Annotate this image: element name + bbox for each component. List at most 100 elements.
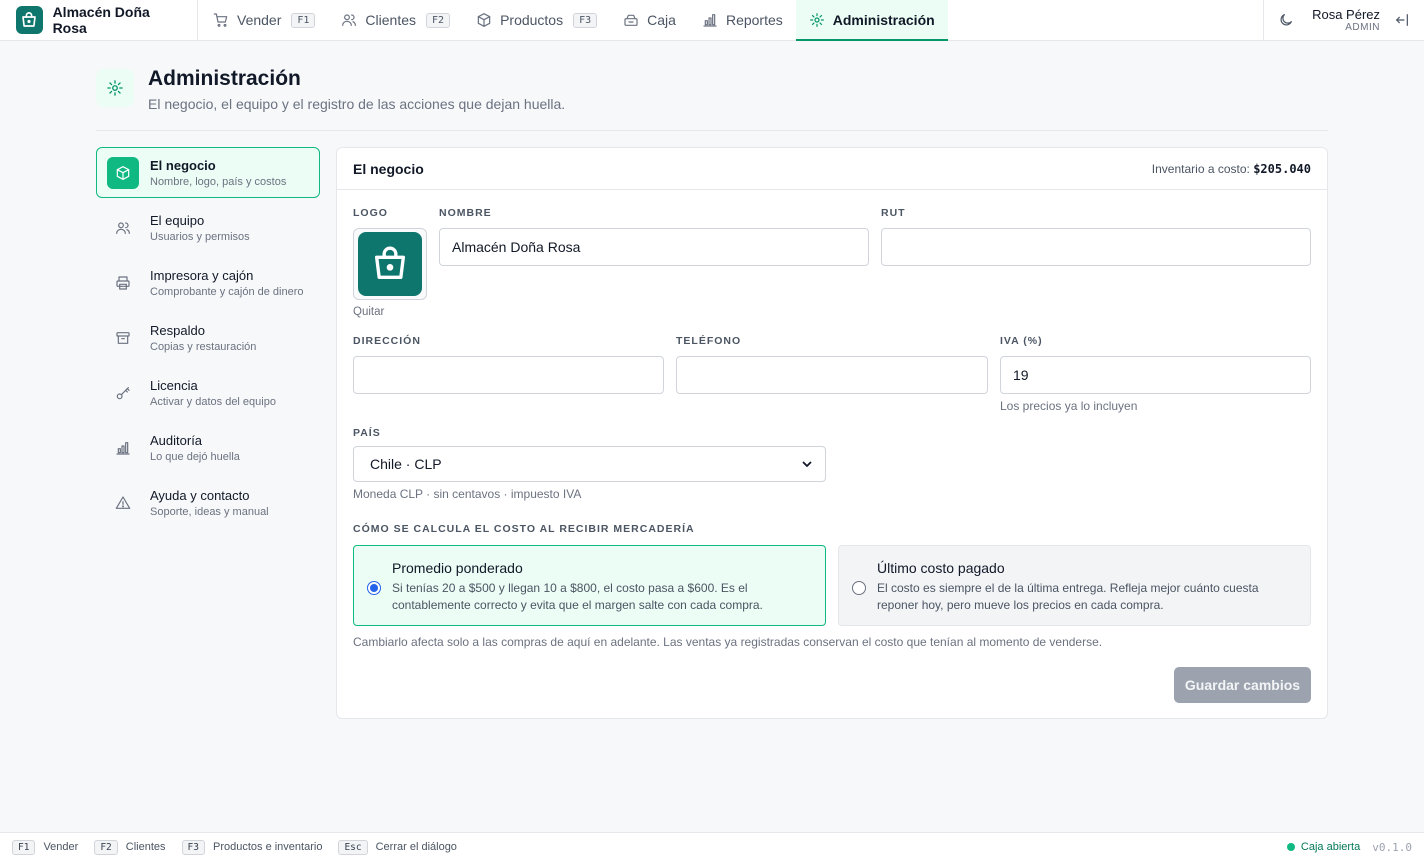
- page-title: Administración: [148, 67, 301, 90]
- nav-label: Productos: [500, 12, 564, 28]
- address-input[interactable]: [353, 356, 664, 394]
- radio-button[interactable]: [852, 581, 866, 595]
- nav-vender[interactable]: Vender F1: [200, 0, 328, 40]
- option-title: Último costo pagado: [877, 560, 1005, 576]
- main-nav: Vender F1 Clientes F2 Productos F3 Caja …: [198, 0, 948, 41]
- shortcut-key: F1: [12, 839, 36, 855]
- cost-note: Cambiarlo afecta solo a las compras de a…: [353, 635, 1103, 649]
- logo-label: LOGO: [353, 207, 388, 219]
- chevron-down-icon: [801, 458, 813, 470]
- bar-chart-icon: [702, 12, 718, 28]
- archive-icon: [107, 322, 139, 354]
- side-item-desc: Usuarios y permisos: [150, 230, 250, 243]
- cost-option-weighted[interactable]: Promedio ponderado Si tenías 20 a $500 y…: [353, 545, 826, 626]
- phone-label: TELÉFONO: [676, 335, 742, 347]
- shortcut-hint: Esc Cerrar el diálogo: [338, 839, 457, 855]
- shortcut-key: F2: [94, 839, 118, 855]
- side-item-desc: Copias y restauración: [150, 340, 257, 353]
- nav-reportes[interactable]: Reportes: [689, 0, 796, 40]
- status-area: Caja abierta v0.1.0: [1286, 840, 1412, 854]
- box-icon: [476, 12, 492, 28]
- side-item-desc: Comprobante y cajón de dinero: [150, 285, 304, 298]
- side-item-desc: Nombre, logo, país y costos: [150, 175, 287, 188]
- key-icon: [107, 377, 139, 409]
- save-button[interactable]: Guardar cambios: [1174, 667, 1311, 703]
- country-label: PAÍS: [353, 427, 381, 439]
- page-subtitle: El negocio, el equipo y el registro de l…: [148, 96, 566, 112]
- shopping-bag-icon: [358, 232, 422, 296]
- shortcut-hint: F2 Clientes: [94, 839, 166, 855]
- iva-input[interactable]: 19: [1000, 356, 1311, 394]
- side-item-title: Respaldo: [150, 322, 205, 338]
- country-select[interactable]: Chile · CLP: [353, 446, 826, 482]
- nav-label: Caja: [647, 12, 676, 28]
- inventory-value: $205.040: [1253, 161, 1311, 176]
- nav-productos[interactable]: Productos F3: [463, 0, 610, 40]
- shortcut-label: Productos e inventario: [212, 841, 323, 853]
- nav-clientes[interactable]: Clientes F2: [328, 0, 463, 40]
- card-header: El negocio Inventario a costo: $205.040: [337, 148, 1327, 190]
- shortcut-key: F3: [573, 12, 598, 28]
- iva-label: IVA (%): [1000, 335, 1043, 347]
- nav-label: Clientes: [365, 12, 417, 28]
- name-label: NOMBRE: [439, 207, 492, 219]
- business-name-input[interactable]: Almacén Doña Rosa: [439, 228, 869, 266]
- bottom-bar: F1 Vender F2 Clientes F3 Productos e inv…: [0, 832, 1424, 861]
- side-item-respaldo[interactable]: Respaldo Copias y restauración: [96, 312, 320, 363]
- shortcut-key: F1: [291, 12, 316, 28]
- nav-caja[interactable]: Caja: [610, 0, 689, 40]
- side-item-ayuda[interactable]: Ayuda y contacto Soporte, ideas y manual: [96, 477, 320, 528]
- rut-label: RUT: [881, 207, 906, 219]
- box-icon: [107, 156, 139, 189]
- card-title: El negocio: [353, 160, 424, 177]
- side-item-licencia[interactable]: Licencia Activar y datos del equipo: [96, 367, 320, 418]
- shortcut-key: Esc: [338, 839, 368, 855]
- phone-input[interactable]: [676, 356, 988, 394]
- shopping-bag-icon: [16, 6, 43, 34]
- logout-icon[interactable]: [1394, 12, 1410, 28]
- side-item-title: Ayuda y contacto: [150, 487, 250, 503]
- logo-upload[interactable]: [353, 228, 427, 300]
- side-item-title: Auditoría: [150, 432, 203, 448]
- shortcut-key: F2: [426, 12, 451, 28]
- side-item-impresora[interactable]: Impresora y cajón Comprobante y cajón de…: [96, 257, 320, 308]
- shortcut-hint: F1 Vender: [12, 839, 79, 855]
- divider: [96, 130, 1328, 131]
- user-info: Rosa Pérez ADMIN: [1312, 7, 1380, 33]
- cost-option-last[interactable]: Último costo pagado El costo es siempre …: [838, 545, 1311, 626]
- logo-remove-link[interactable]: Quitar: [353, 306, 384, 318]
- country-hint: Moneda CLP · sin centavos · impuesto IVA: [353, 487, 582, 501]
- shortcut-label: Clientes: [125, 841, 166, 853]
- side-item-auditoria[interactable]: Auditoría Lo que dejó huella: [96, 422, 320, 473]
- warning-icon: [107, 487, 139, 519]
- side-item-equipo[interactable]: El equipo Usuarios y permisos: [96, 202, 320, 253]
- app-version: v0.1.0: [1372, 840, 1412, 854]
- nav-label: Reportes: [725, 12, 783, 28]
- users-icon: [107, 212, 139, 244]
- status-dot-icon: [1286, 843, 1295, 851]
- bar-chart-icon: [107, 432, 139, 464]
- shortcut-key: F3: [181, 839, 205, 855]
- rut-input[interactable]: [881, 228, 1311, 266]
- cart-icon: [213, 12, 229, 28]
- iva-hint: Los precios ya lo incluyen: [1000, 399, 1138, 413]
- side-item-title: Impresora y cajón: [150, 267, 254, 283]
- radio-button[interactable]: [367, 581, 381, 595]
- address-label: DIRECCIÓN: [353, 335, 421, 347]
- side-item-desc: Activar y datos del equipo: [150, 395, 276, 408]
- inventory-summary: Inventario a costo: $205.040: [1152, 162, 1311, 176]
- shortcut-hint: F3 Productos e inventario: [181, 839, 323, 855]
- country-selected: Chile · CLP: [370, 456, 442, 472]
- side-item-desc: Soporte, ideas y manual: [150, 505, 269, 518]
- moon-icon[interactable]: [1278, 12, 1294, 28]
- side-item-desc: Lo que dejó huella: [150, 450, 240, 463]
- side-item-title: El equipo: [150, 212, 205, 228]
- gear-icon: [809, 12, 825, 28]
- side-item-negocio[interactable]: El negocio Nombre, logo, país y costos: [96, 147, 320, 198]
- user-role: ADMIN: [1345, 22, 1380, 33]
- nav-administracion[interactable]: Administración: [795, 0, 948, 41]
- brand[interactable]: Almacén Doña Rosa: [0, 0, 198, 40]
- side-item-title: Licencia: [150, 377, 198, 393]
- business-settings-card: El negocio Inventario a costo: $205.040 …: [336, 147, 1328, 719]
- shortcut-label: Vender: [43, 841, 79, 853]
